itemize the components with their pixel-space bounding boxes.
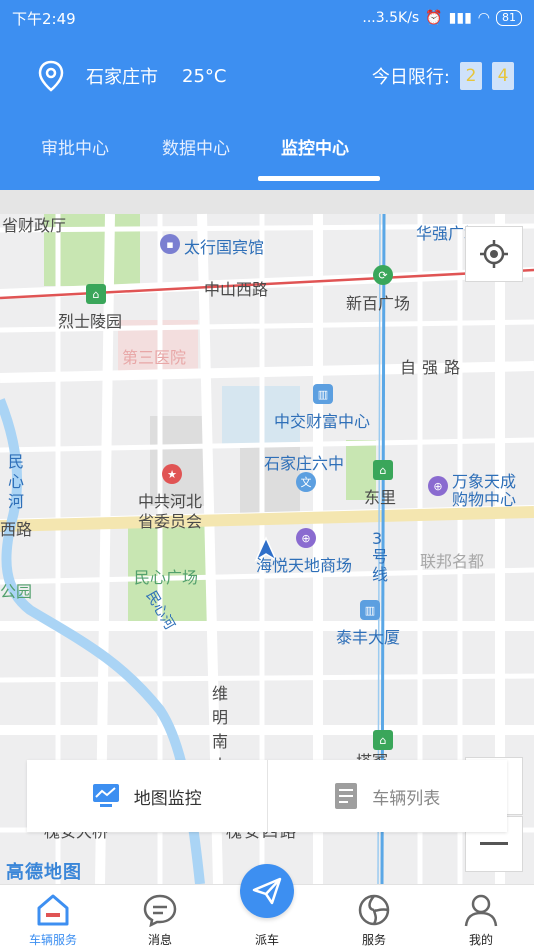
top-tabs: 审批中心 数据中心 监控中心	[0, 126, 534, 166]
tab-data-center[interactable]: 数据中心	[162, 134, 230, 159]
limit-label: 今日限行:	[371, 67, 450, 88]
map-label: 中山西路	[204, 280, 269, 299]
map-label: 民心广场	[134, 568, 199, 587]
app-header: 下午2:49 ...3.5K/s ⏰ ▮▮▮ ◠ 81 石家庄市 25°C 今日…	[0, 0, 534, 190]
temperature: 25°C	[182, 65, 227, 87]
alarm-icon: ⏰	[425, 10, 443, 26]
building-icon: ▥	[360, 600, 380, 620]
home-icon	[37, 894, 69, 926]
map-monitor-tab[interactable]: 地图监控	[27, 760, 267, 832]
crosshair-icon	[480, 240, 508, 268]
map-logo: 高德地图	[6, 862, 82, 883]
message-icon	[143, 894, 177, 927]
park-icon: ⌂	[86, 284, 106, 304]
map-label: 海悦天地商场	[256, 556, 353, 575]
map-label: 公园	[0, 582, 33, 601]
nav-vehicle-service[interactable]: 车辆服务	[8, 885, 98, 950]
status-bar: 下午2:49 ...3.5K/s ⏰ ▮▮▮ ◠ 81	[0, 0, 534, 36]
map-label: 省委员会	[138, 512, 203, 531]
map-label: 3号线	[372, 529, 389, 584]
nav-label: 车辆服务	[28, 933, 77, 947]
vehicle-list-label: 车辆列表	[372, 788, 441, 809]
hotel-icon: ▪	[160, 234, 180, 254]
map-label: 自强路	[400, 358, 467, 377]
active-tab-indicator	[258, 176, 380, 181]
vehicle-list-tab[interactable]: 车辆列表	[266, 760, 508, 832]
nav-label: 我的	[468, 933, 493, 947]
metro-station-icon: ⌂	[373, 730, 393, 750]
metro-station-icon: ⟳	[373, 265, 393, 285]
location-row: 石家庄市 25°C 今日限行: 2 4	[38, 58, 514, 94]
school-icon: 文	[296, 472, 316, 492]
shopping-icon: ⊕	[296, 528, 316, 548]
tab-approval-center[interactable]: 审批中心	[41, 134, 109, 159]
services-icon	[358, 894, 390, 926]
map-label: 购物中心	[452, 490, 517, 509]
map-label: 联邦名都	[420, 552, 485, 571]
map-label: 省财政厅	[2, 216, 67, 235]
nav-label: 派车	[254, 933, 279, 947]
government-icon: ★	[162, 464, 182, 484]
minus-icon	[480, 842, 508, 845]
map-label: 河	[8, 492, 25, 511]
nav-services[interactable]: 服务	[329, 885, 419, 950]
map-label: 东里	[364, 488, 397, 507]
traffic-limit: 今日限行: 2 4	[372, 62, 514, 90]
limit-number: 4	[492, 62, 514, 90]
map-label: 太行国宾馆	[184, 238, 265, 257]
map-monitor-label: 地图监控	[133, 788, 202, 809]
locate-button[interactable]	[465, 226, 523, 282]
map-label: 泰丰大厦	[336, 628, 401, 647]
list-icon	[335, 783, 358, 809]
map-label: 新百广场	[346, 294, 411, 313]
map-label: 烈士陵园	[58, 312, 123, 331]
wifi-icon: ◠	[477, 10, 490, 26]
map-mode-tabs: 地图监控 车辆列表	[27, 760, 507, 832]
dispatch-button[interactable]	[240, 864, 294, 918]
nav-label: 消息	[147, 933, 172, 947]
battery-icon: 81	[496, 10, 522, 26]
user-icon	[464, 894, 498, 927]
location-pin-icon[interactable]	[38, 60, 64, 92]
map-label: 中交财富中心	[274, 412, 371, 431]
network-speed: ...3.5K/s	[362, 10, 420, 26]
building-icon: ▥	[313, 384, 333, 404]
map-label: 石家庄六中	[264, 454, 345, 473]
paper-plane-icon	[252, 877, 282, 905]
signal-icon: ▮▮▮	[448, 10, 472, 26]
monitor-icon	[92, 784, 119, 807]
map-label: 西路	[0, 520, 33, 539]
status-time: 下午2:49	[12, 9, 76, 28]
metro-station-icon: ⌂	[373, 460, 393, 480]
nav-profile[interactable]: 我的	[436, 885, 526, 950]
limit-number: 2	[460, 62, 482, 90]
status-indicators: ...3.5K/s ⏰ ▮▮▮ ◠ 81	[362, 10, 522, 26]
nav-messages[interactable]: 消息	[115, 885, 205, 950]
tab-monitor-center[interactable]: 监控中心	[281, 134, 349, 159]
shopping-icon: ⊕	[428, 476, 448, 496]
city-name[interactable]: 石家庄市	[86, 63, 158, 89]
map-label: 第三医院	[122, 348, 187, 367]
nav-label: 服务	[361, 933, 386, 947]
